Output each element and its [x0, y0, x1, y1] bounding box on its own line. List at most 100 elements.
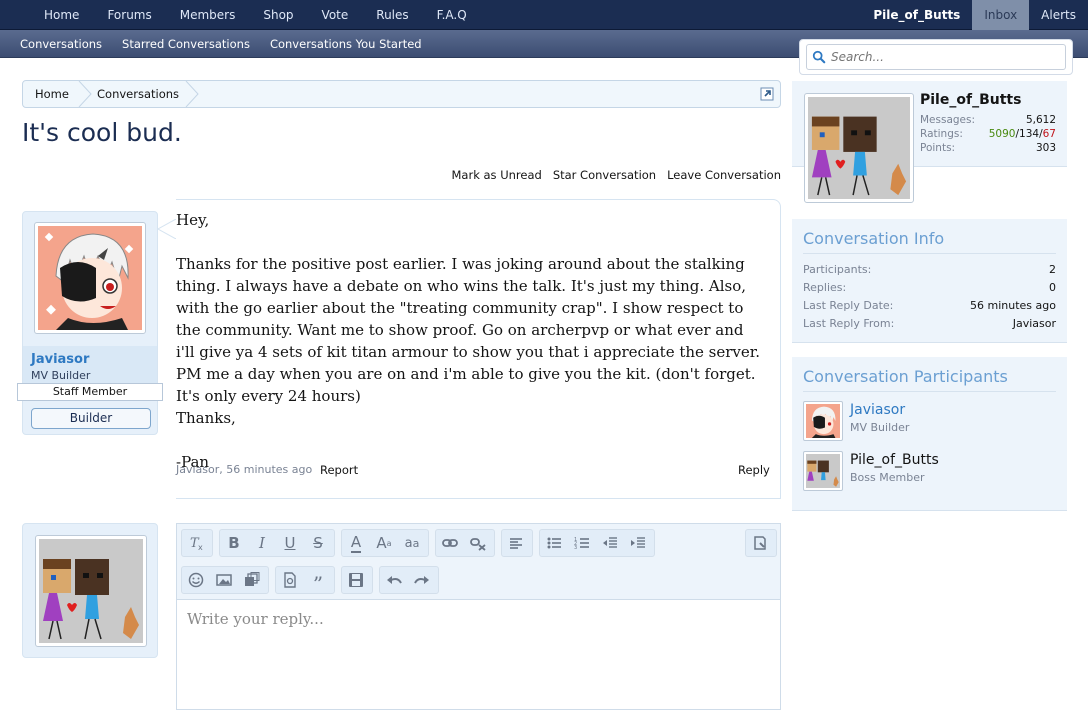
toolbar-group-history: [379, 566, 439, 594]
points-count: 303: [1035, 142, 1056, 154]
media-icon[interactable]: [238, 567, 266, 593]
sidebar-username[interactable]: Pile_of_Butts: [920, 92, 1021, 108]
bullet-list-icon[interactable]: [540, 530, 568, 556]
underline-icon[interactable]: U: [276, 530, 304, 556]
code-icon[interactable]: [276, 567, 304, 593]
toolbar-group-clear: Tx: [181, 529, 213, 557]
redo-icon[interactable]: [408, 567, 436, 593]
leave-conversation-link[interactable]: Leave Conversation: [667, 168, 781, 182]
participant-name-link[interactable]: Javiasor: [850, 402, 905, 418]
search-input[interactable]: [829, 49, 1049, 65]
indent-icon[interactable]: [624, 530, 652, 556]
avatar[interactable]: [804, 93, 914, 203]
points-label: Points:: [920, 142, 956, 154]
top-navigation: Home Forums Members Shop Vote Rules F.A.…: [0, 0, 1088, 30]
info-label: Last Reply Date:: [803, 299, 894, 312]
toolbar-group-text: B I U S: [219, 529, 335, 557]
avatar[interactable]: [34, 222, 146, 334]
toolbar-group-link: [435, 529, 495, 557]
breadcrumb: Home Conversations: [22, 80, 781, 108]
nav-tab-home[interactable]: Home: [30, 0, 93, 30]
avatar[interactable]: [803, 401, 843, 441]
message-content: Hey, Thanks for the positive post earlie…: [176, 209, 776, 473]
svg-text:x: x: [198, 543, 203, 551]
unlink-icon[interactable]: [464, 530, 492, 556]
pixel-avatar-image: [808, 97, 910, 199]
user-links: Pile_of_Butts Inbox Alerts: [861, 0, 1088, 30]
nav-tab-rules[interactable]: Rules: [362, 0, 422, 30]
nav-tab-members[interactable]: Members: [166, 0, 250, 30]
image-icon[interactable]: [210, 567, 238, 593]
info-label: Replies:: [803, 281, 847, 294]
message-user-info: Javiasor MV Builder Staff Member Builder: [17, 211, 163, 435]
avatar[interactable]: [803, 451, 843, 491]
font-family-icon[interactable]: aa: [398, 530, 426, 556]
search-icon: [812, 50, 826, 64]
svg-text:3: 3: [574, 545, 577, 551]
messages-count: 5,612: [1025, 114, 1056, 126]
nav-username-link[interactable]: Pile_of_Butts: [861, 0, 972, 30]
link-icon[interactable]: [436, 530, 464, 556]
message-arrow: [158, 219, 176, 239]
strikethrough-icon[interactable]: S: [304, 530, 332, 556]
numbered-list-icon[interactable]: 123: [568, 530, 596, 556]
bold-icon[interactable]: B: [220, 530, 248, 556]
sidebar-user-stats: Messages: 5,612 Ratings: 5090/134/67 Poi…: [920, 113, 1056, 155]
avatar[interactable]: [35, 535, 147, 647]
participant-title: MV Builder: [850, 421, 910, 434]
message-line: Hey,: [176, 211, 210, 229]
nav-tab-forums[interactable]: Forums: [93, 0, 165, 30]
message-meta[interactable]: Javiasor, 56 minutes ago: [176, 463, 312, 476]
info-value[interactable]: Javiasor: [1013, 315, 1056, 333]
reply-link[interactable]: Reply: [738, 463, 770, 477]
subnav-conversations[interactable]: Conversations: [10, 30, 112, 58]
toolbar-group-lists: 123: [539, 529, 655, 557]
message-author-link[interactable]: Javiasor: [31, 352, 89, 367]
font-color-icon[interactable]: A: [342, 530, 370, 556]
nav-tab-faq[interactable]: F.A.Q: [423, 0, 481, 30]
italic-icon[interactable]: I: [248, 530, 276, 556]
anime-avatar-image: [38, 226, 142, 330]
jump-to-icon[interactable]: [760, 87, 774, 101]
font-size-icon[interactable]: Aa: [370, 530, 398, 556]
ratings-value: 5090/134/67: [988, 128, 1056, 140]
nav-tab-shop[interactable]: Shop: [249, 0, 307, 30]
undo-icon[interactable]: [380, 567, 408, 593]
smilie-icon[interactable]: [182, 567, 210, 593]
message-line: Thanks,: [176, 409, 236, 427]
nav-alerts-tab[interactable]: Alerts: [1029, 0, 1088, 30]
report-link[interactable]: Report: [320, 463, 358, 477]
subnav-starred-conversations[interactable]: Starred Conversations: [112, 30, 260, 58]
message-line: [176, 231, 776, 253]
conversation-actions: Mark as Unread Star Conversation Leave C…: [452, 168, 782, 182]
info-label: Participants:: [803, 263, 872, 276]
subnav-conversations-you-started[interactable]: Conversations You Started: [260, 30, 432, 58]
reply-editor: Tx B I U S A Aa aa 1 2 3 ” Write your re…: [176, 523, 781, 710]
staff-member-badge: Staff Member: [17, 383, 163, 401]
toolbar-group-media: [181, 566, 269, 594]
message-line: Thanks for the positive post earlier. I …: [176, 255, 761, 405]
quote-icon[interactable]: ”: [304, 567, 332, 594]
mark-as-unread-link[interactable]: Mark as Unread: [452, 168, 542, 182]
align-left-icon[interactable]: [502, 530, 530, 556]
info-value: 56 minutes ago: [970, 299, 1056, 312]
breadcrumb-separator-icon: [78, 81, 92, 107]
page-title: It's cool bud.: [22, 118, 182, 147]
participant-name-link[interactable]: Pile_of_Butts: [850, 452, 939, 468]
nav-inbox-tab[interactable]: Inbox: [972, 0, 1030, 30]
sidebar-visitor-panel: Pile_of_Butts Messages: 5,612 Ratings: 5…: [792, 81, 1067, 203]
save-draft-icon[interactable]: [342, 567, 370, 593]
messages-label: Messages:: [920, 114, 976, 126]
remove-format-icon[interactable]: Tx: [182, 530, 210, 556]
outdent-icon[interactable]: [596, 530, 624, 556]
message-line: [176, 429, 776, 451]
toggle-bbcode-icon[interactable]: [746, 530, 774, 556]
reply-user-info: [22, 523, 158, 658]
nav-tabs: Home Forums Members Shop Vote Rules F.A.…: [30, 0, 481, 30]
breadcrumb-conversations[interactable]: Conversations: [97, 81, 179, 107]
nav-tab-vote[interactable]: Vote: [308, 0, 363, 30]
conversation-participants-panel: Conversation Participants Javiasor MV Bu…: [792, 357, 1067, 511]
reply-textarea[interactable]: Write your reply...: [187, 610, 324, 628]
star-conversation-link[interactable]: Star Conversation: [553, 168, 656, 182]
breadcrumb-home[interactable]: Home: [35, 81, 69, 107]
